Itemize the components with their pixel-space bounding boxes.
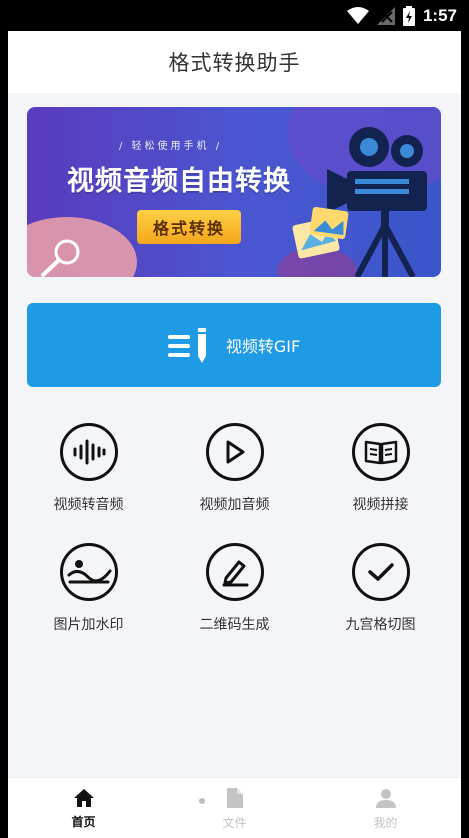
app-screen: 格式转换助手 / 轻松使用手机 / 视频音频自由转换 格式转换 视频转GIF 视… (8, 31, 461, 838)
banner-convert-button[interactable]: 格式转换 (137, 210, 241, 244)
tab-label: 首页 (71, 814, 96, 829)
video-to-gif-button[interactable]: 视频转GIF (27, 303, 441, 387)
check-icon (367, 563, 394, 581)
image-icon (67, 560, 111, 584)
app-header: 格式转换助手 (8, 31, 461, 93)
status-icons: 1:57 (346, 4, 457, 28)
magnifier-icon (41, 239, 80, 277)
signal-icon (376, 7, 395, 25)
banner-subtitle: / 轻松使用手机 / (119, 141, 223, 152)
tool-icon-circle (205, 543, 264, 601)
tool-icon-circle (205, 423, 264, 481)
pen-icon (222, 560, 248, 587)
tool-label: 九宫格切图 (345, 617, 416, 633)
promo-banner[interactable]: / 轻松使用手机 / 视频音频自由转换 格式转换 (27, 107, 441, 277)
video-to-gif-label: 视频转GIF (225, 337, 301, 356)
audio-wave-icon (73, 439, 105, 465)
movie-camera-icon (292, 127, 427, 277)
tool-label: 视频加音频 (199, 497, 270, 513)
home-icon (73, 788, 94, 807)
tool-label: 视频转音频 (53, 497, 124, 513)
tool-video-to-audio[interactable]: 视频转音频 (13, 423, 164, 533)
tool-label: 视频拼接 (352, 497, 409, 513)
tab-label: 我的 (373, 815, 398, 830)
status-bar: 1:57 (0, 0, 469, 31)
list-pen-icon (167, 328, 206, 363)
page-title: 格式转换助手 (168, 51, 301, 75)
file-icon (226, 787, 243, 808)
play-icon (226, 440, 244, 464)
tool-label: 图片加水印 (53, 617, 124, 633)
tool-icon-circle (351, 543, 410, 601)
wifi-icon (346, 7, 369, 24)
tool-image-watermark[interactable]: 图片加水印 (13, 543, 164, 653)
user-icon (375, 788, 396, 808)
tool-qrcode-generate[interactable]: 二维码生成 (159, 543, 310, 653)
notification-dot (199, 798, 205, 804)
bottom-tab-bar: 首页 文件 我的 (8, 777, 461, 838)
tool-nine-grid-cut[interactable]: 九宫格切图 (305, 543, 456, 653)
banner-title: 视频音频自由转换 (67, 166, 291, 197)
book-icon (364, 440, 397, 465)
tab-file[interactable]: 文件 (159, 778, 310, 838)
tool-label: 二维码生成 (199, 617, 270, 633)
tab-mine[interactable]: 我的 (310, 778, 461, 838)
tool-icon-circle (59, 423, 118, 481)
tool-icon-circle (351, 423, 410, 481)
battery-icon (402, 6, 415, 26)
tool-icon-circle (59, 543, 118, 601)
tool-add-audio[interactable]: 视频加音频 (159, 423, 310, 533)
tab-home[interactable]: 首页 (8, 778, 159, 838)
tool-video-merge[interactable]: 视频拼接 (305, 423, 456, 533)
tab-label: 文件 (222, 815, 247, 830)
status-time: 1:57 (422, 6, 457, 25)
